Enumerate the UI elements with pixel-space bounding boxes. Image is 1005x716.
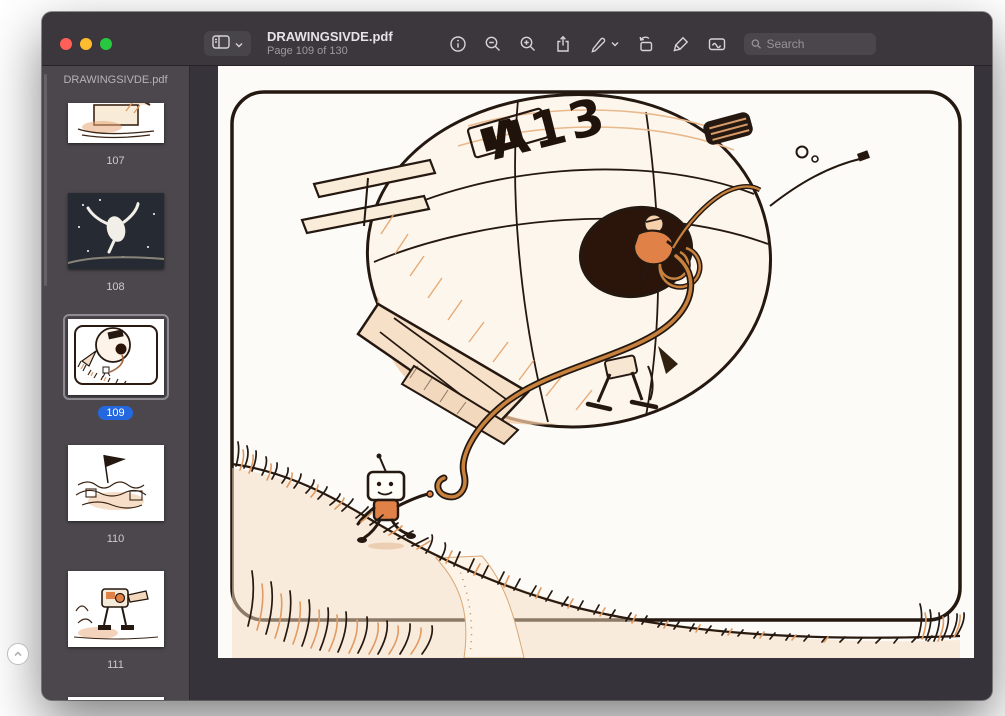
highlighter-icon [673,36,689,52]
sidebar-toggle-button[interactable] [204,31,251,56]
thumbnail-page-107[interactable]: 107 [63,98,169,168]
title-block: DRAWINGSIVDE.pdf Page 109 of 130 [267,29,393,59]
thumbnail-page-108[interactable]: 108 [63,188,169,294]
thumbnail-image [67,697,164,700]
rotate-button[interactable] [636,35,655,53]
rotate-icon [639,36,653,51]
zoom-out-icon [485,36,500,51]
thumbnail-page-number: 110 [106,533,125,545]
preview-window: DRAWINGSIVDE.pdf Page 109 of 130 Search … [42,12,992,700]
thumbnail-sidebar: DRAWINGSIVDE.pdf 107 108 109 110 111 [42,66,190,700]
thumbnail-image [67,319,164,395]
thumbnail-image [67,445,164,521]
chevron-down-icon [235,36,243,51]
share-button[interactable] [554,35,572,53]
page-drawing: A13 [230,86,965,658]
minimize-button[interactable] [80,37,92,50]
zoom-in-button[interactable] [519,35,537,53]
zoom-out-button[interactable] [484,35,502,53]
window-controls [42,37,190,50]
page-indicator: Page 109 of 130 [267,45,348,58]
thumbnail-image [67,571,164,647]
sidebar-icon [212,35,230,52]
document-canvas: A13 [190,66,992,700]
chevron-down-icon [611,41,619,46]
search-field [744,32,876,55]
markup-chevron-button[interactable] [611,41,619,47]
highlight-button[interactable] [672,35,690,53]
window-title: DRAWINGSIVDE.pdf [267,28,393,44]
arrow-up-icon [14,651,22,657]
main-area: DRAWINGSIVDE.pdf 107 108 109 110 111 A13 [42,66,992,700]
toolbar [449,32,876,55]
markup-pencil-icon [591,37,606,53]
sidebar-scrollbar[interactable] [44,74,47,286]
thumbnail-page-110[interactable]: 110 [63,440,169,546]
zoom-in-icon [520,36,535,51]
sidebar-filename: DRAWINGSIVDE.pdf [63,74,168,86]
search-icon [751,38,762,49]
thumbnail-image [67,103,164,143]
info-button[interactable] [449,35,467,53]
markup-group [589,35,619,53]
pdf-page: A13 [218,66,974,658]
thumbnail-page-number: 107 [106,155,125,167]
search-input[interactable] [766,36,869,51]
info-icon [450,35,466,52]
zoom-button[interactable] [100,37,112,50]
titlebar: DRAWINGSIVDE.pdf Page 109 of 130 [42,12,992,66]
share-icon [557,35,569,52]
thumbnail-page-number: 109 [98,406,133,420]
thumbnail-image [67,193,164,269]
thumbnail-page-number: 111 [107,659,124,671]
signature-icon [708,37,726,50]
signature-button[interactable] [707,35,727,53]
close-button[interactable] [60,37,72,50]
thumbnail-page-next-partial[interactable] [63,692,169,700]
thumbnail-page-111[interactable]: 111 [63,566,169,672]
corner-arrow-button[interactable] [7,643,29,665]
thumbnail-page-109[interactable]: 109 [62,314,169,420]
thumbnail-page-number: 108 [106,281,125,293]
markup-button[interactable] [589,35,607,53]
